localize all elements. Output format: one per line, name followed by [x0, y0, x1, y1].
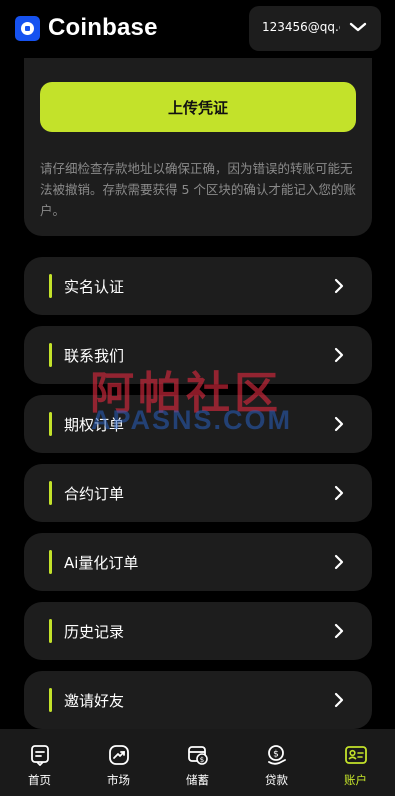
watermark-en: APASNS.COM	[91, 405, 293, 435]
market-icon	[109, 745, 129, 765]
chevron-right-icon	[334, 485, 344, 501]
menu-item-label: 邀请好友	[64, 692, 125, 710]
account-page: Coinbase 123456@qq.com 上传凭证 请仔细检查存款地址以确保…	[0, 0, 395, 796]
nav-account[interactable]: 账户	[316, 729, 395, 796]
accent-bar	[49, 688, 52, 712]
bottom-nav: 首页 市场 $ 储蓄 $ 贷款 账户	[0, 729, 395, 796]
deposit-card: 上传凭证 请仔细检查存款地址以确保正确，因为错误的转账可能无法被撤销。存款需要获…	[24, 58, 372, 236]
nav-label: 首页	[28, 773, 51, 787]
nav-loan[interactable]: $ 贷款	[237, 729, 316, 796]
accent-bar	[49, 481, 52, 505]
accent-bar	[49, 550, 52, 574]
nav-savings[interactable]: $ 储蓄	[158, 729, 237, 796]
account-selector[interactable]: 123456@qq.com	[249, 6, 381, 51]
chevron-right-icon	[334, 623, 344, 639]
coinbase-logo-icon	[15, 16, 40, 41]
svg-text:$: $	[273, 750, 279, 760]
menu-item-invite[interactable]: 邀请好友	[24, 671, 372, 729]
nav-home[interactable]: 首页	[0, 729, 79, 796]
svg-text:$: $	[200, 756, 204, 764]
app-header: Coinbase 123456@qq.com	[0, 0, 395, 58]
nav-label: 储蓄	[186, 773, 209, 787]
menu-item-label: 历史记录	[64, 623, 125, 641]
accent-bar	[49, 619, 52, 643]
account-email: 123456@qq.com	[262, 20, 340, 34]
upload-proof-button[interactable]: 上传凭证	[40, 82, 356, 132]
menu-item-history[interactable]: 历史记录	[24, 602, 372, 660]
menu-item-label: 合约订单	[64, 485, 125, 503]
chevron-right-icon	[334, 692, 344, 708]
chevron-right-icon	[334, 347, 344, 363]
savings-icon: $	[188, 746, 208, 765]
deposit-notice: 请仔细检查存款地址以确保正确，因为错误的转账可能无法被撤销。存款需要获得 5 个…	[40, 161, 356, 218]
loan-icon: $	[268, 745, 286, 765]
nav-label: 账户	[344, 773, 367, 787]
nav-market[interactable]: 市场	[79, 729, 158, 796]
menu-item-contract-orders[interactable]: 合约订单	[24, 464, 372, 522]
menu-item-ai-quant-orders[interactable]: Ai量化订单	[24, 533, 372, 591]
chevron-right-icon	[334, 554, 344, 570]
chevron-down-icon	[349, 22, 367, 32]
nav-label: 贷款	[265, 773, 288, 787]
menu-item-verification[interactable]: 实名认证	[24, 257, 372, 315]
chevron-right-icon	[334, 278, 344, 294]
nav-label: 市场	[107, 773, 130, 787]
accent-bar	[49, 412, 52, 436]
account-icon	[345, 746, 367, 764]
accent-bar	[49, 343, 52, 367]
menu-item-label: 实名认证	[64, 278, 125, 296]
menu-item-label: Ai量化订单	[64, 554, 139, 572]
brand-name: Coinbase	[48, 14, 158, 41]
chevron-right-icon	[334, 416, 344, 432]
accent-bar	[49, 274, 52, 298]
home-icon	[31, 745, 49, 766]
